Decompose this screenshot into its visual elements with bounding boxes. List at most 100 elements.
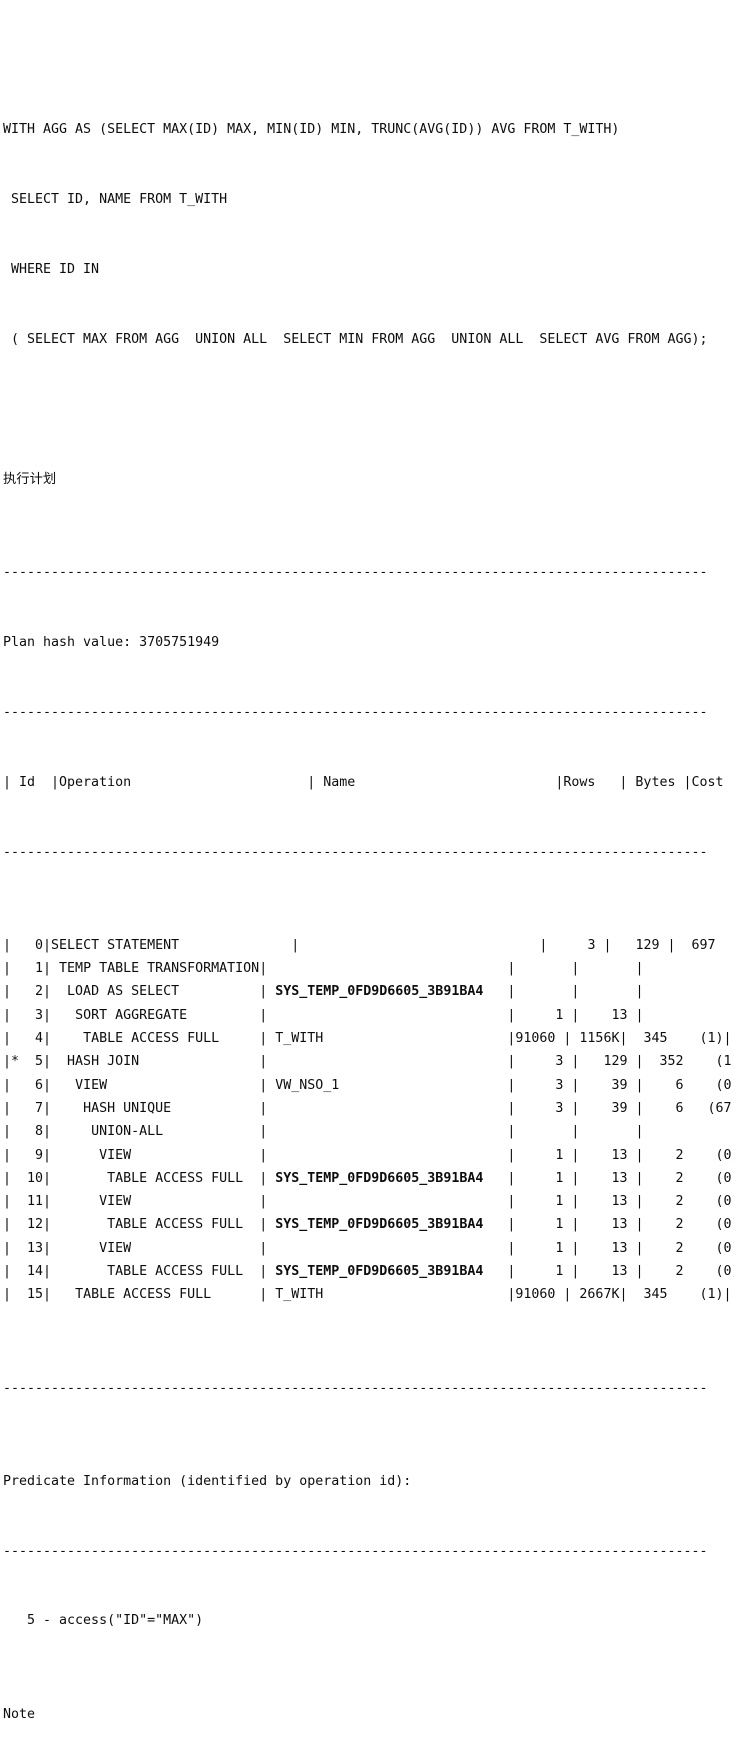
plan-row-metrics: | 3 | 39 | 6 (0)| [507,1077,734,1093]
plan-row-name: T_WITH [275,1031,508,1047]
plan-row-name-padding [483,984,507,999]
plan-row-name-padding [483,1171,507,1186]
plan-row-name: SYS_TEMP_0FD9D6605_3B91BA4 [275,1217,484,1233]
plan-table-row: | 7| HASH UNIQUE | | 3 | 39 | 6 (67)| [3,1097,734,1120]
plan-row-metrics: | | | | [507,1124,734,1140]
plan-table-row: | 2| LOAD AS SELECT | SYS_TEMP_0FD9D6605… [3,980,734,1003]
plan-row-name [275,1054,507,1069]
plan-column-divider: | [259,984,276,1000]
plan-row-operation: TABLE ACCESS FULL [107,1170,260,1186]
plan-table-row: | 12| TABLE ACCESS FULL | SYS_TEMP_0FD9D… [3,1213,734,1236]
plan-row-metrics: | 1 | 13 | 2 (0)| [507,1217,734,1233]
plan-row-name [307,938,539,953]
plan-table-row: | 4| TABLE ACCESS FULL | T_WITH |91060 |… [3,1027,734,1050]
plan-row-metrics: | 3 | 129 | 697 (1)| [539,937,716,953]
plan-column-divider: | [259,1100,276,1116]
sql-query-line: WITH AGG AS (SELECT MAX(ID) MAX, MIN(ID)… [3,122,620,138]
plan-table-row: | 1| TEMP TABLE TRANSFORMATION| | | | | [3,957,734,980]
plan-row-id: | 2| [3,984,68,1000]
plan-row-id: | 7| [3,1100,84,1116]
plan-row-operation: UNION-ALL [91,1124,260,1140]
plan-column-divider: | [259,1054,276,1070]
plan-column-divider: | [259,1287,276,1303]
plan-row-name [275,1194,507,1209]
plan-row-metrics: | 1 | 13 | 2 (0)| [507,1194,734,1210]
plan-row-metrics: | | | | [507,984,734,1000]
plan-column-divider: | [259,1147,276,1163]
plan-column-divider: | [259,961,268,977]
plan-row-id: | 3| [3,1007,76,1023]
plan-table-row: | 0|SELECT STATEMENT | | 3 | 129 | 697 (… [3,934,734,957]
plan-row-id: | 13| [3,1240,100,1256]
plan-table-row: | 9| VIEW | | 1 | 13 | 2 (0)| [3,1144,734,1167]
plan-row-operation: LOAD AS SELECT [67,984,260,1000]
plan-column-divider: | [259,1194,276,1210]
plan-row-operation: SORT AGGREGATE [75,1007,260,1023]
plan-row-id: | 14| [3,1264,108,1280]
plan-row-operation: SELECT STATEMENT [51,937,292,953]
plan-row-id: | 11| [3,1194,100,1210]
plan-row-metrics: |91060 | 1156K| 345 (1)| [507,1031,732,1047]
plan-row-metrics: | 1 | 13 | 2 (0)| [507,1264,734,1280]
plan-hash-value: Plan hash value: 3705751949 [3,635,220,651]
plan-row-name [275,1241,507,1256]
plan-table-row: | 11| VIEW | | 1 | 13 | 2 (0)| [3,1190,734,1213]
plan-row-operation: VIEW [99,1240,260,1256]
plan-table-row: | 14| TABLE ACCESS FULL | SYS_TEMP_0FD9D… [3,1260,734,1283]
plan-row-name: T_WITH [275,1287,508,1303]
horizontal-rule: ----------------------------------------… [3,704,708,720]
plan-column-divider: | [259,1077,276,1093]
plan-table-row: | 15| TABLE ACCESS FULL | T_WITH |91060 … [3,1283,734,1306]
plan-column-divider: | [291,937,308,953]
plan-row-name-padding [483,1264,507,1279]
plan-table-body: | 0|SELECT STATEMENT | | 3 | 129 | 697 (… [3,934,734,1307]
plan-column-divider: | [259,1217,276,1233]
plan-table-header: | Id |Operation | Name |Rows | Bytes |Co… [3,774,734,790]
plan-row-operation: TABLE ACCESS FULL [75,1287,260,1303]
plan-row-name-padding [483,1217,507,1232]
plan-row-id: | 8| [3,1124,92,1140]
plan-row-metrics: | 1 | 13 | | [507,1007,734,1023]
horizontal-rule: ----------------------------------------… [3,844,708,860]
plan-row-operation: HASH JOIN [67,1054,260,1070]
plan-column-divider: | [259,1124,276,1140]
sql-query-line: SELECT ID, NAME FROM T_WITH [3,192,228,208]
plan-row-metrics: | 3 | 129 | 352 (1)| [507,1054,734,1070]
plan-row-id: | 12| [3,1217,108,1233]
plan-row-metrics: |91060 | 2667K| 345 (1)| [507,1287,732,1303]
predicate-information-heading: Predicate Information (identified by ope… [3,1473,412,1489]
plan-row-operation: TEMP TABLE TRANSFORMATION [59,961,260,977]
plan-table-row: | 6| VIEW | VW_NSO_1 | 3 | 39 | 6 (0)| [3,1074,734,1097]
plan-row-metrics: | | | | [507,961,734,977]
plan-row-operation: TABLE ACCESS FULL [83,1031,260,1047]
plan-column-divider: | [259,1240,276,1256]
plan-table-row: | 3| SORT AGGREGATE | | 1 | 13 | | [3,1004,734,1027]
plan-row-id: | 6| [3,1077,76,1093]
plan-row-metrics: | 1 | 13 | 2 (0)| [507,1170,734,1186]
plan-row-name [267,961,507,976]
plan-row-id: | 9| [3,1147,100,1163]
plan-table-row: | 10| TABLE ACCESS FULL | SYS_TEMP_0FD9D… [3,1167,734,1190]
plan-row-name [275,1008,507,1023]
sql-query-line: WHERE ID IN [3,262,100,278]
horizontal-rule: ----------------------------------------… [3,1543,708,1559]
sql-query-block: WITH AGG AS (SELECT MAX(ID) MAX, MIN(ID)… [3,72,734,398]
plan-row-id: | 15| [3,1287,76,1303]
plan-row-id: | 10| [3,1170,108,1186]
horizontal-rule: ----------------------------------------… [3,565,708,581]
plan-row-name: SYS_TEMP_0FD9D6605_3B91BA4 [275,1264,484,1280]
plan-row-id: | 4| [3,1031,84,1047]
plan-row-operation: TABLE ACCESS FULL [107,1217,260,1233]
plan-row-operation: HASH UNIQUE [83,1100,260,1116]
plan-table-row: |* 5| HASH JOIN | | 3 | 129 | 352 (1)| [3,1050,734,1073]
plan-row-operation: VIEW [75,1077,260,1093]
sql-console-output: WITH AGG AS (SELECT MAX(ID) MAX, MIN(ID)… [0,0,734,1746]
plan-column-divider: | [259,1170,276,1186]
plan-row-id: | 1| [3,961,60,977]
plan-row-metrics: | 3 | 39 | 6 (67)| [507,1100,734,1116]
plan-row-name [275,1124,507,1139]
execution-plan-heading: 执行计划 [3,471,57,487]
plan-row-name [275,1101,507,1116]
plan-column-divider: | [259,1007,276,1023]
plan-row-id: |* 5| [3,1054,68,1070]
